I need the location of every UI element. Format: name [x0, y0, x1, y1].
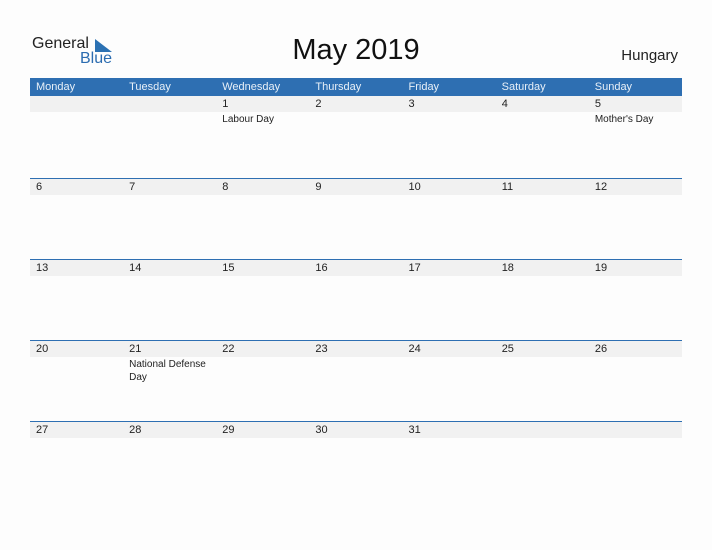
week-row: 27 28 29 30 31 [30, 421, 682, 502]
day-cell: 14 [123, 260, 216, 340]
day-number [129, 96, 216, 112]
day-cell: 7 [123, 179, 216, 259]
day-cell: 9 [309, 179, 402, 259]
country-label: Hungary [621, 47, 678, 64]
day-cell: 5 Mother's Day [589, 96, 682, 178]
day-cell [30, 96, 123, 178]
day-cell: 3 [403, 96, 496, 178]
calendar-grid: Monday Tuesday Wednesday Thursday Friday… [30, 78, 682, 502]
day-cell: 10 [403, 179, 496, 259]
holiday-label: National Defense Day [129, 359, 206, 383]
day-number [502, 422, 589, 438]
weeks-container: 1 Labour Day 2 3 4 5 Mother's Day 6 7 8 9 10 11 12 13 1… [30, 96, 682, 502]
weekday-friday: Friday [408, 81, 440, 93]
day-number: 16 [315, 262, 328, 274]
day-cell: 29 [216, 422, 309, 502]
day-number: 4 [501, 98, 508, 110]
day-number: 22 [222, 343, 235, 355]
week-row: 20 21 National Defense Day 22 23 24 25 26 [30, 340, 682, 421]
day-cell: 15 [216, 260, 309, 340]
day-cell [589, 422, 682, 502]
day-number: 25 [501, 343, 514, 355]
day-cell: 13 [30, 260, 123, 340]
day-cell [123, 96, 216, 178]
day-cell: 8 [216, 179, 309, 259]
day-cell: 19 [589, 260, 682, 340]
week-row: 13 14 15 16 17 18 19 [30, 259, 682, 340]
day-cell: 31 [403, 422, 496, 502]
day-number: 13 [36, 262, 49, 274]
day-number: 10 [408, 181, 421, 193]
day-number: 1 [222, 98, 229, 110]
day-cell: 21 National Defense Day [123, 341, 216, 421]
day-number: 5 [594, 98, 601, 110]
day-number: 24 [408, 343, 421, 355]
day-cell [496, 422, 589, 502]
day-cell: 16 [309, 260, 402, 340]
weekday-thursday: Thursday [315, 81, 362, 93]
day-number [36, 96, 123, 112]
day-cell: 23 [309, 341, 402, 421]
day-number: 15 [222, 262, 235, 274]
day-number: 30 [315, 424, 328, 436]
day-cell: 2 [309, 96, 402, 178]
day-cell: 27 [30, 422, 123, 502]
weekday-monday: Monday [36, 81, 76, 93]
day-number: 29 [222, 424, 235, 436]
day-cell: 11 [496, 179, 589, 259]
day-cell: 20 [30, 341, 123, 421]
day-cell: 28 [123, 422, 216, 502]
day-number: 8 [222, 181, 229, 193]
day-number: 14 [129, 262, 142, 274]
day-cell: 6 [30, 179, 123, 259]
day-number: 26 [594, 343, 608, 355]
day-number: 7 [129, 181, 136, 193]
day-cell: 17 [403, 260, 496, 340]
day-number: 31 [408, 424, 421, 436]
day-number: 28 [129, 424, 142, 436]
day-number: 23 [315, 343, 328, 355]
day-cell: 1 Labour Day [216, 96, 309, 178]
weekday-tuesday: Tuesday [129, 81, 171, 93]
day-number: 11 [501, 181, 514, 193]
day-number: 21 [129, 343, 142, 355]
day-number: 9 [315, 181, 322, 193]
day-cell: 30 [309, 422, 402, 502]
day-number: 18 [501, 262, 514, 274]
day-number [595, 422, 682, 438]
day-cell: 18 [496, 260, 589, 340]
day-number: 20 [36, 343, 49, 355]
week-row: 6 7 8 9 10 11 12 [30, 178, 682, 259]
weekday-sunday: Sunday [594, 81, 633, 93]
weekday-saturday: Saturday [501, 81, 546, 93]
day-cell: 25 [496, 341, 589, 421]
day-cell: 12 [589, 179, 682, 259]
holiday-label: Mother's Day [594, 114, 654, 125]
day-number: 19 [594, 262, 608, 274]
weekday-wednesday: Wednesday [222, 81, 281, 93]
holiday-label: Labour Day [222, 114, 274, 125]
weekday-header: Monday Tuesday Wednesday Thursday Friday… [30, 78, 682, 96]
day-number: 27 [36, 424, 49, 436]
calendar-title: May 2019 [292, 34, 420, 66]
day-cell: 24 [403, 341, 496, 421]
day-number: 3 [408, 98, 415, 110]
day-number: 6 [36, 181, 43, 193]
week-row: 1 Labour Day 2 3 4 5 Mother's Day [30, 96, 682, 178]
day-cell: 4 [496, 96, 589, 178]
day-cell: 26 [589, 341, 682, 421]
day-number: 12 [594, 181, 608, 193]
day-number: 17 [408, 262, 421, 274]
day-number: 2 [315, 98, 322, 110]
day-cell: 22 [216, 341, 309, 421]
